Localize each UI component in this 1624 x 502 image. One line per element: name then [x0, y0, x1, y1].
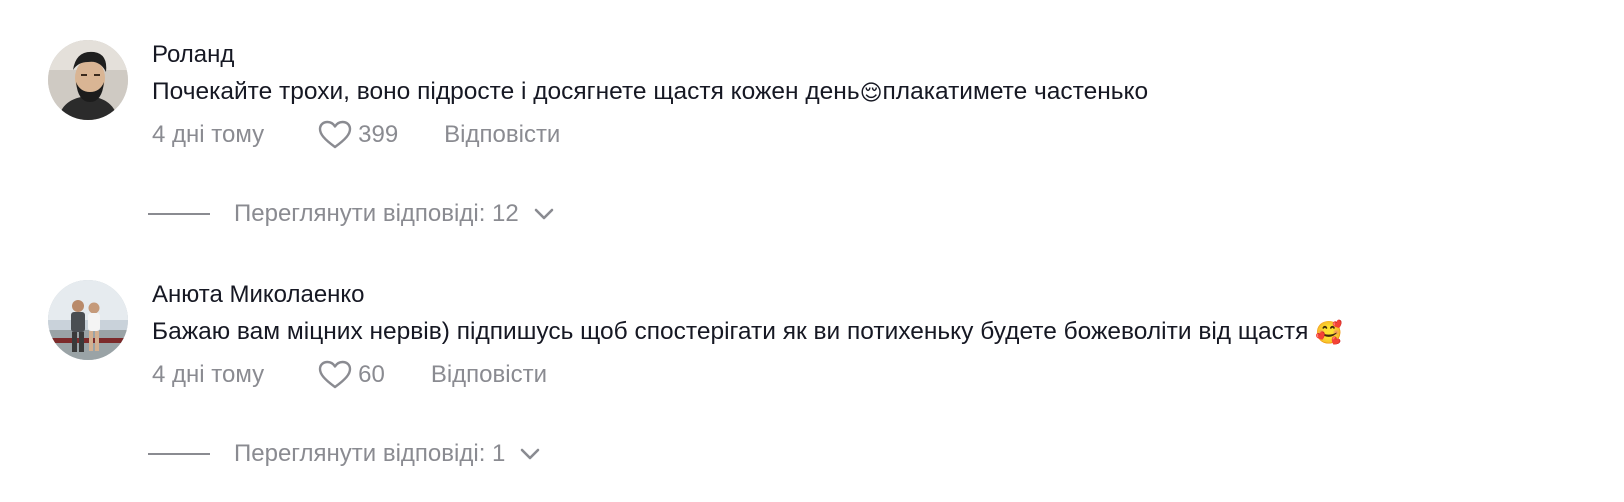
comment-body: Анюта Миколаенко Бажаю вам міцних нервів…: [152, 280, 1608, 393]
comment-date: 4 дні тому: [152, 361, 265, 388]
comment-meta: 4 дні тому 399 Відповісти: [152, 117, 1608, 153]
view-replies-button[interactable]: Переглянути відповіді: 12: [148, 196, 555, 232]
view-replies-label: Переглянути відповіді: 12: [234, 200, 519, 227]
avatar-image: [48, 280, 128, 360]
divider-line: [148, 213, 210, 215]
comment-text-part: плакатимете частенько: [882, 78, 1149, 105]
avatar[interactable]: [48, 40, 128, 120]
reply-button[interactable]: Відповісти: [431, 361, 547, 389]
comment-text-part: Почекайте трохи, воно підросте і досягне…: [152, 78, 860, 105]
smiling-face-with-hearts-emoji: 🥰: [1315, 320, 1343, 345]
comment-text: Почекайте трохи, воно підросте і досягне…: [152, 74, 1608, 111]
avatar[interactable]: [48, 280, 128, 360]
comment-meta: 4 дні тому 60 Відповісти: [152, 357, 1608, 393]
comment-author[interactable]: Роланд: [152, 40, 1608, 70]
view-replies-label: Переглянути відповіді: 1: [234, 440, 506, 467]
comment-text: Бажаю вам міцних нервів) підпишусь щоб с…: [152, 314, 1608, 351]
comment-text-part: Бажаю вам міцних нервів) підпишусь щоб с…: [152, 318, 1316, 345]
like-count: 60: [358, 361, 385, 388]
heart-outline-icon: [318, 120, 352, 149]
like-button[interactable]: 60: [318, 360, 385, 390]
comment-body: Роланд Почекайте трохи, воно підросте і …: [152, 40, 1608, 153]
reply-button[interactable]: Відповісти: [444, 121, 560, 149]
like-count: 399: [358, 121, 399, 148]
comment-date: 4 дні тому: [152, 121, 265, 148]
view-replies-button[interactable]: Переглянути відповіді: 1: [148, 436, 541, 472]
divider-line: [148, 453, 210, 455]
heart-outline-icon: [318, 360, 352, 389]
chevron-down-icon: [534, 208, 554, 220]
chevron-down-icon: [521, 448, 540, 460]
relieved-face-emoji: 😌: [859, 80, 883, 105]
avatar-image: [48, 40, 128, 120]
comment-author[interactable]: Анюта Миколаенко: [152, 280, 1608, 310]
like-button[interactable]: 399: [318, 120, 398, 150]
